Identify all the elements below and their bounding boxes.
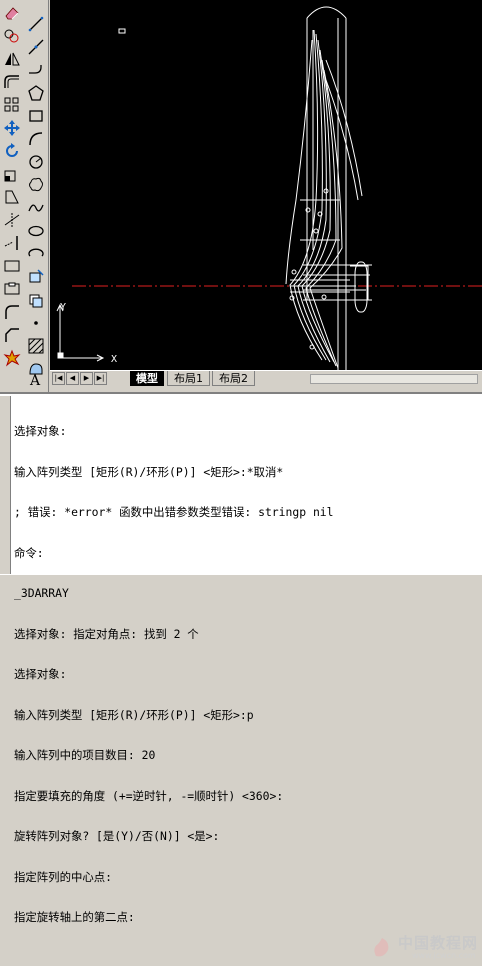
watermark-url: www.jcwcn.com	[412, 951, 476, 960]
command-line: 指定阵列的中心点:	[14, 870, 112, 884]
last-tab-button[interactable]: ▶|	[94, 372, 107, 385]
command-line: _3DARRAY	[14, 587, 69, 600]
horizontal-scrollbar[interactable]	[310, 374, 478, 384]
polyline-icon[interactable]	[25, 59, 47, 81]
scale-icon[interactable]	[1, 163, 23, 185]
watermark-logo-icon	[374, 938, 389, 957]
draw-toolbar: A	[24, 0, 49, 392]
command-prompt[interactable]: 指定旋转轴上的第二点:	[14, 911, 474, 925]
explode-icon[interactable]	[1, 347, 23, 369]
command-line: 输入阵列类型 [矩形(R)/环形(P)] <矩形>:p	[14, 708, 254, 722]
cursor-marker	[118, 28, 126, 34]
ucs-icon	[56, 303, 105, 362]
break-icon[interactable]	[1, 255, 23, 277]
stretch-icon[interactable]	[1, 186, 23, 208]
chamfer-icon[interactable]	[1, 324, 23, 346]
ucs-y-label: Y	[60, 302, 66, 313]
tab-layout1[interactable]: 布局1	[167, 371, 210, 386]
command-window[interactable]: 选择对象: 输入阵列类型 [矩形(R)/环形(P)] <矩形>:*取消* ; 错…	[0, 392, 482, 960]
mirror-icon[interactable]	[1, 48, 23, 70]
svg-text:A: A	[29, 373, 41, 388]
break-at-point-icon[interactable]	[1, 278, 23, 300]
first-tab-button[interactable]: |◀	[52, 372, 65, 385]
join-icon[interactable]	[1, 301, 23, 323]
command-line: 命令:	[14, 546, 44, 560]
revision-cloud-icon[interactable]	[25, 174, 47, 196]
command-history: 选择对象: 输入阵列类型 [矩形(R)/环形(P)] <矩形>:*取消* ; 错…	[14, 398, 474, 952]
watermark-text: 中国教程网	[398, 934, 479, 952]
spline-icon[interactable]	[25, 197, 47, 219]
rectangle-icon[interactable]	[25, 105, 47, 127]
extend-icon[interactable]	[1, 232, 23, 254]
command-line: 旋转阵列对象? [是(Y)/否(N)] <是>:	[14, 830, 220, 843]
eraser-icon[interactable]	[1, 2, 23, 24]
text-icon[interactable]: A	[25, 368, 47, 390]
3d-array-geometry	[285, 6, 372, 370]
tab-model[interactable]: 模型	[130, 371, 164, 386]
line-icon[interactable]	[25, 13, 47, 35]
trim-icon[interactable]	[1, 209, 23, 231]
command-line: ; 错误: *error* 函数中出错参数类型错误: stringp nil	[14, 506, 334, 519]
make-block-icon[interactable]	[25, 289, 47, 311]
next-tab-button[interactable]: ▶	[80, 372, 93, 385]
command-line: 选择对象: 指定对角点: 找到 2 个	[14, 627, 199, 641]
insert-block-icon[interactable]	[25, 266, 47, 288]
command-window-grip[interactable]	[0, 396, 11, 574]
tab-layout2[interactable]: 布局2	[212, 371, 255, 386]
site-watermark: 中国教程网 www.jcwcn.com	[368, 932, 478, 966]
ucs-x-label: X	[111, 354, 117, 365]
arc-icon[interactable]	[25, 128, 47, 150]
command-line: 指定要填充的角度 (+=逆时针, -=顺时针) <360>:	[14, 789, 284, 803]
command-line: 选择对象:	[14, 668, 67, 681]
drawing-area[interactable]: Y X	[50, 0, 482, 370]
point-icon[interactable]	[25, 312, 47, 334]
array-icon[interactable]	[1, 94, 23, 116]
polygon-icon[interactable]	[25, 82, 47, 104]
command-line: 选择对象:	[14, 425, 67, 438]
prev-tab-button[interactable]: ◀	[66, 372, 79, 385]
hatch-icon[interactable]	[25, 335, 47, 357]
construction-line-icon[interactable]	[25, 36, 47, 58]
modify-toolbar	[0, 0, 25, 392]
layout-tab-bar: |◀ ◀ ▶ ▶| 模型 布局1 布局2	[50, 370, 482, 387]
ellipse-icon[interactable]	[25, 220, 47, 242]
command-line: 输入阵列中的项目数目: 20	[14, 749, 156, 762]
rotate-icon[interactable]	[1, 140, 23, 162]
ellipse-arc-icon[interactable]	[25, 243, 47, 265]
copy-icon[interactable]	[1, 25, 23, 47]
move-icon[interactable]	[1, 117, 23, 139]
offset-icon[interactable]	[1, 71, 23, 93]
circle-icon[interactable]	[25, 151, 47, 173]
command-line: 输入阵列类型 [矩形(R)/环形(P)] <矩形>:*取消*	[14, 465, 284, 479]
